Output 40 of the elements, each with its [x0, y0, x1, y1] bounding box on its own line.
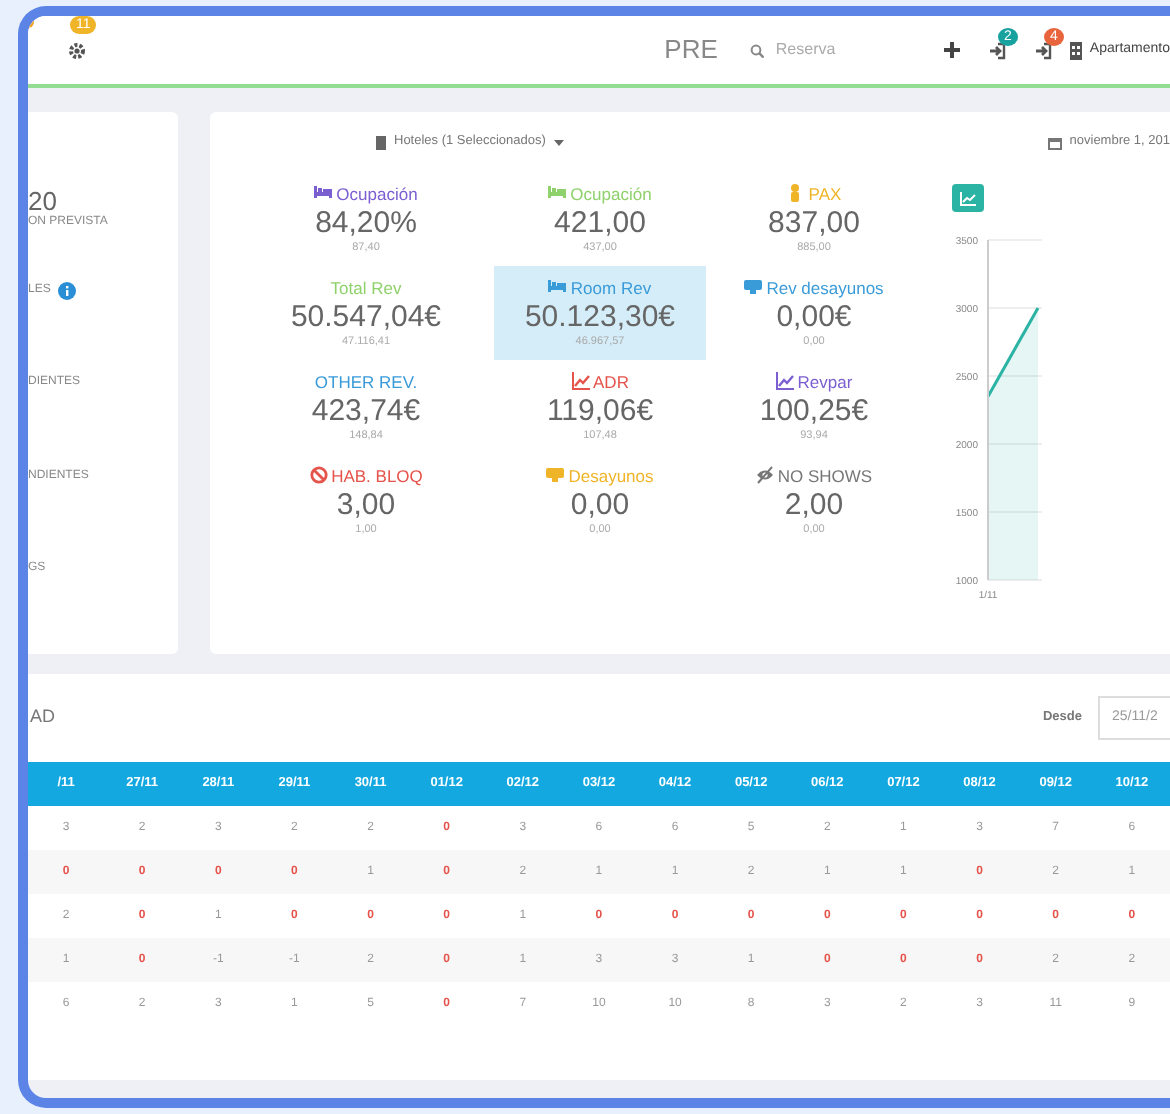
- stat-value: 20: [28, 188, 57, 214]
- caret-icon: [553, 139, 564, 145]
- kpi-value: 50.123,30€: [524, 300, 676, 335]
- kpi-label: Desayunos: [568, 463, 654, 489]
- kpi-value: 421,00: [554, 206, 646, 241]
- kpi-value: 84,20%: [315, 206, 417, 241]
- calendar-icon: [1047, 135, 1062, 149]
- kpi-label: Ocupación: [336, 181, 418, 207]
- kpi-value: 2,00: [784, 488, 844, 523]
- kpi-label: Revpar: [797, 369, 853, 395]
- line-chart-icon: [960, 191, 976, 205]
- search-icon: [749, 43, 764, 57]
- kpi-label: NO SHOWS: [777, 463, 873, 489]
- kpi-label: OTHER REV.: [314, 369, 418, 395]
- kpi-value: 0,00: [570, 488, 630, 523]
- kpi-label: HAB. BLOQ: [331, 463, 423, 489]
- kpi-value: 50.547,04€: [290, 300, 442, 335]
- plus-icon[interactable]: [943, 42, 960, 58]
- settings-icon[interactable]: [68, 41, 86, 59]
- sign-in-icon[interactable]: [987, 41, 1006, 59]
- building-icon: [1069, 41, 1082, 59]
- chart-toggle-button[interactable]: [952, 184, 984, 212]
- kpi-label: Room Rev: [570, 275, 652, 301]
- section-title: AD: [30, 704, 56, 731]
- kpi-label: ADR: [593, 369, 629, 395]
- sign-out-icon[interactable]: [1033, 41, 1052, 59]
- building-icon: [376, 135, 386, 149]
- info-icon: [58, 281, 77, 300]
- kpi-value: 0,00€: [776, 300, 852, 335]
- kpi-label: PAX: [808, 181, 842, 207]
- kpi-value: 100,25€: [759, 394, 869, 429]
- kpi-value: 3,00: [336, 488, 396, 523]
- kpi-value: 119,06€: [546, 394, 654, 429]
- kpi-value: 837,00: [768, 206, 860, 241]
- line-series: [986, 307, 1040, 398]
- kpi-value: 423,74€: [311, 394, 421, 429]
- kpi-label: Rev desayunos: [766, 275, 884, 301]
- kpi-label: Total Rev: [330, 275, 402, 301]
- page-title: PRE: [664, 32, 718, 69]
- kpi-label: Ocupación: [570, 181, 652, 207]
